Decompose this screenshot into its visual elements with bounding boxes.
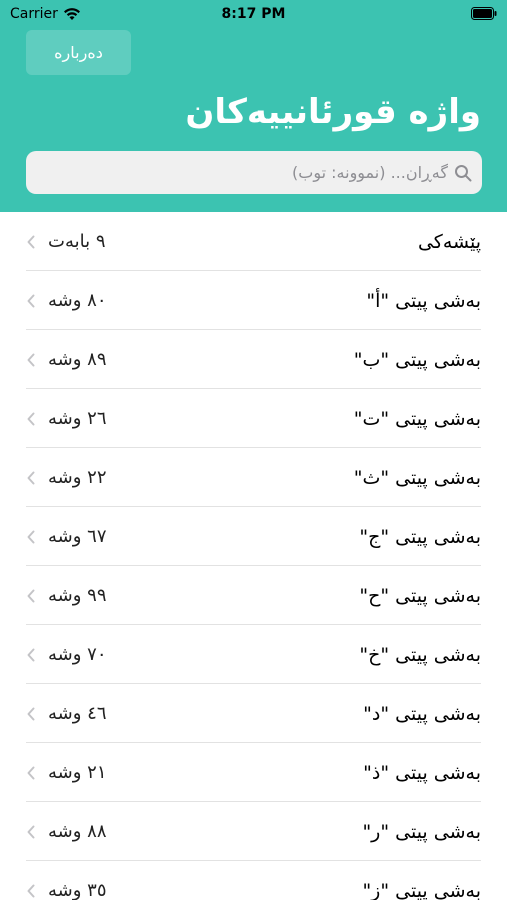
list-item-count: ٧٠ وشە (48, 644, 107, 665)
page-title: واژە قورئانییەکان (185, 92, 481, 132)
list-item[interactable]: بەشی پیتی "ت" ٢٦ وشە (0, 389, 507, 448)
list-item[interactable]: بەشی پیتی "ر" ٨٨ وشە (0, 802, 507, 861)
search-icon (455, 164, 472, 181)
list-item-title: پێشەکی (417, 230, 481, 253)
list-item-count: ٢٦ وشە (48, 408, 107, 429)
chevron-left-icon (27, 648, 35, 661)
list-item[interactable]: بەشی پیتی "خ" ٧٠ وشە (0, 625, 507, 684)
list-item-count: ٤٦ وشە (48, 703, 107, 724)
list-item[interactable]: بەشی پیتی "ج" ٦٧ وشە (0, 507, 507, 566)
list-item[interactable]: بەشی پیتی "ب" ٨٩ وشە (0, 330, 507, 389)
list-item-title: بەشی پیتی "ث" (353, 466, 481, 489)
search-bar[interactable] (26, 151, 482, 194)
chevron-left-icon (27, 884, 35, 897)
list-item-count: ٩ بابەت (48, 231, 106, 252)
list-item-count: ٦٧ وشە (48, 526, 107, 547)
list-item[interactable]: بەشی پیتی "ح" ٩٩ وشە (0, 566, 507, 625)
chevron-left-icon (27, 766, 35, 779)
status-bar: Carrier 8:17 PM (0, 0, 507, 28)
chapter-list: پێشەکی ٩ بابەت بەشی پیتی "أ" ٨٠ وشە بەشی… (0, 212, 507, 900)
chevron-left-icon (27, 294, 35, 307)
list-item-title: بەشی پیتی "ذ" (363, 761, 481, 784)
list-item[interactable]: پێشەکی ٩ بابەت (0, 212, 507, 271)
list-item-count: ٣٥ وشە (48, 880, 107, 900)
list-item-count: ٨٨ وشە (48, 821, 107, 842)
chevron-left-icon (27, 412, 35, 425)
search-input[interactable] (68, 163, 448, 182)
list-item-title: بەشی پیتی "ج" (359, 525, 481, 548)
about-button[interactable]: دەربارە (26, 30, 131, 75)
list-item-title: بەشی پیتی "ح" (359, 584, 481, 607)
status-time: 8:17 PM (221, 6, 286, 22)
list-item[interactable]: بەشی پیتی "ذ" ٢١ وشە (0, 743, 507, 802)
battery-icon (471, 7, 497, 20)
chevron-left-icon (27, 825, 35, 838)
chevron-left-icon (27, 353, 35, 366)
list-item-count: ٨٠ وشە (48, 290, 107, 311)
list-item-count: ٢٢ وشە (48, 467, 107, 488)
list-item-count: ٩٩ وشە (48, 585, 107, 606)
list-item[interactable]: بەشی پیتی "ث" ٢٢ وشە (0, 448, 507, 507)
list-item[interactable]: بەشی پیتی "ز" ٣٥ وشە (0, 861, 507, 900)
list-item-title: بەشی پیتی "أ" (366, 289, 481, 312)
list-item-title: بەشی پیتی "خ" (359, 643, 481, 666)
list-item-count: ٨٩ وشە (48, 349, 107, 370)
chevron-left-icon (27, 471, 35, 484)
list-item-count: ٢١ وشە (48, 762, 107, 783)
chevron-left-icon (27, 589, 35, 602)
chevron-left-icon (27, 530, 35, 543)
list-item[interactable]: بەشی پیتی "أ" ٨٠ وشە (0, 271, 507, 330)
list-item[interactable]: بەشی پیتی "د" ٤٦ وشە (0, 684, 507, 743)
navigation-header: Carrier 8:17 PM دەربارە واژە قورئانییەکا… (0, 0, 507, 212)
chevron-left-icon (27, 707, 35, 720)
list-item-title: بەشی پیتی "د" (363, 702, 481, 725)
list-item-title: بەشی پیتی "ز" (362, 879, 481, 900)
list-item-title: بەشی پیتی "ت" (353, 407, 481, 430)
list-item-title: بەشی پیتی "ر" (362, 820, 481, 843)
list-item-title: بەشی پیتی "ب" (353, 348, 481, 371)
chevron-left-icon (27, 235, 35, 248)
